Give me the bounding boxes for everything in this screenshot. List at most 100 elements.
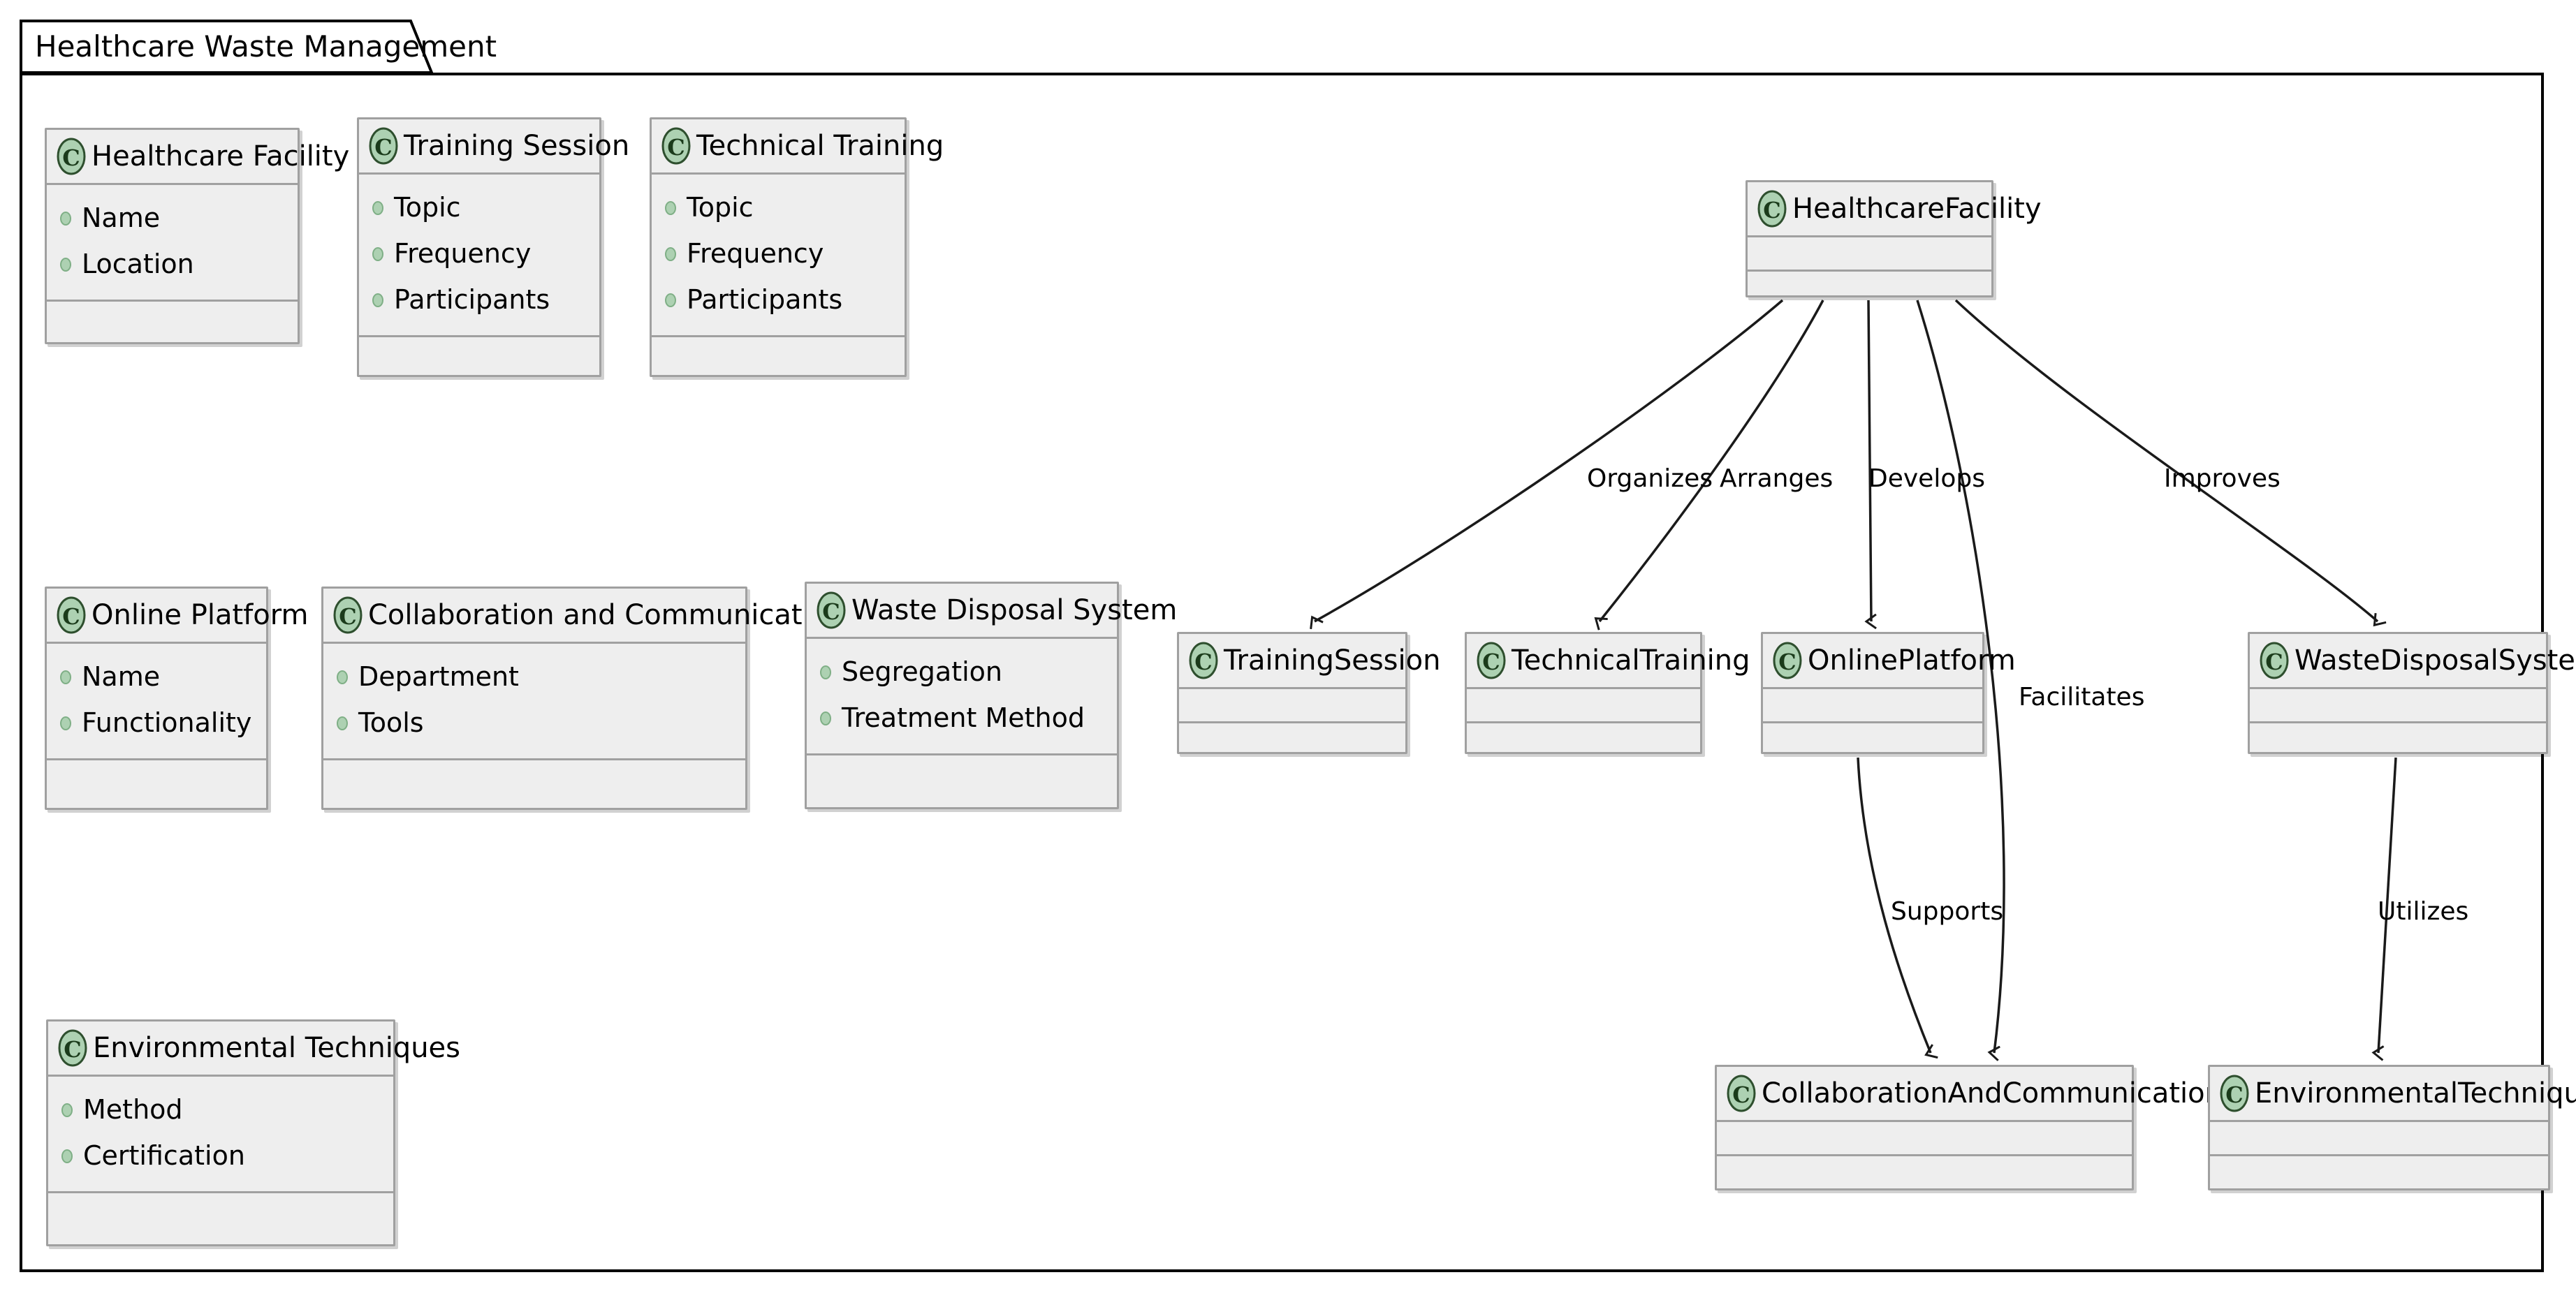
- class-c-icon: C: [57, 1028, 89, 1068]
- class-c-icon: C: [55, 137, 87, 176]
- class-c-icon: C: [1725, 1074, 1757, 1113]
- class-box-waste-disposal-system[interactable]: C Waste Disposal System Segregation Treatme…: [805, 582, 1177, 809]
- class-methods-technicaltraining: [1467, 723, 1700, 755]
- svg-text:C: C: [339, 603, 356, 630]
- class-methods-collaboration-and-communication: [323, 760, 745, 792]
- class-c-icon: C: [2218, 1074, 2251, 1113]
- svg-text:C: C: [1194, 649, 1212, 675]
- attribute-circle-icon: [59, 1146, 75, 1165]
- class-header-online-platform: C Online Platform: [47, 589, 308, 642]
- class-c-icon: C: [815, 591, 847, 630]
- class-methods-wastedisposalsystem: [2250, 723, 2546, 755]
- svg-text:C: C: [2265, 649, 2283, 675]
- attribute-circle-icon: [818, 709, 833, 727]
- svg-text:C: C: [1482, 649, 1500, 675]
- attribute-label: Tools: [358, 707, 424, 738]
- attribute-circle-icon: [663, 244, 678, 263]
- class-name-label: Online Platform: [92, 599, 309, 631]
- class-header-environmentaltechniques: C EnvironmentalTechniques: [2210, 1067, 2576, 1120]
- class-box-healthcare-facility[interactable]: C Healthcare Facility Name Location: [45, 128, 349, 344]
- class-header-collaboration-and-communication: C Collaboration and Communication: [323, 589, 845, 642]
- attribute-label: Topic: [394, 192, 461, 223]
- class-attributes-healthcare-facility: Name Location: [47, 185, 298, 300]
- class-methods-environmentaltechniques: [2210, 1156, 2548, 1188]
- edge-label-supports: Supports: [1891, 897, 2004, 926]
- class-attributes-collaboration-and-communication: Department Tools: [323, 644, 745, 758]
- attribute-row: Treatment Method: [818, 695, 1107, 741]
- class-methods-trainingsession: [1179, 723, 1405, 755]
- class-header-environmental-techniques: C Environmental Techniques: [48, 1022, 460, 1075]
- attribute-label: Method: [83, 1094, 183, 1125]
- class-methods-technical-training: [652, 337, 905, 369]
- class-name-label: Environmental Techniques: [93, 1032, 460, 1064]
- attribute-label: Location: [82, 249, 194, 279]
- class-name-label: WasteDisposalSystem: [2295, 644, 2576, 677]
- svg-text:C: C: [2225, 1082, 2243, 1108]
- attribute-row: Name: [58, 654, 256, 700]
- class-header-healthcare-facility: C Healthcare Facility: [47, 130, 349, 183]
- class-header-collaborationandcommunication: C CollaborationAndCommunication: [1717, 1067, 2223, 1120]
- class-name-label: TrainingSession: [1224, 644, 1441, 677]
- class-box-technicaltraining[interactable]: C TechnicalTraining: [1465, 632, 1750, 755]
- attribute-circle-icon: [58, 668, 73, 686]
- attribute-row: Topic: [370, 184, 590, 230]
- attribute-row: Participants: [370, 276, 590, 323]
- class-header-waste-disposal-system: C Waste Disposal System: [807, 584, 1177, 637]
- class-attributes-empty-onlineplatform: [1763, 689, 1982, 721]
- attribute-row: Functionality: [58, 700, 256, 746]
- class-header-onlineplatform: C OnlinePlatform: [1763, 634, 2016, 687]
- class-methods-waste-disposal-system: [807, 755, 1117, 788]
- class-box-trainingsession[interactable]: C TrainingSession: [1177, 632, 1440, 755]
- class-c-icon: C: [2258, 641, 2290, 680]
- package-title: Healthcare Waste Management: [35, 29, 497, 64]
- class-attributes-online-platform: Name Functionality: [47, 644, 266, 758]
- class-box-technical-training[interactable]: C Technical Training Topic Frequency Partici…: [650, 117, 944, 377]
- attribute-circle-icon: [370, 198, 386, 216]
- edge-label-arranges: Arranges: [1720, 464, 1834, 493]
- class-attributes-empty-trainingsession: [1179, 689, 1405, 721]
- package-tab: Healthcare Waste Management: [20, 20, 497, 74]
- class-box-environmental-techniques[interactable]: C Environmental Techniques Method Certifica…: [46, 1019, 460, 1246]
- class-box-healthcarefacility[interactable]: C HealthcareFacility: [1746, 180, 2042, 297]
- class-box-onlineplatform[interactable]: C OnlinePlatform: [1761, 632, 2016, 754]
- attribute-circle-icon: [58, 714, 73, 732]
- attribute-row: Frequency: [663, 230, 895, 276]
- class-box-training-session[interactable]: C Training Session Topic Frequency Participa…: [357, 117, 629, 377]
- class-c-icon: C: [660, 126, 692, 165]
- svg-text:C: C: [822, 598, 840, 625]
- class-header-technical-training: C Technical Training: [652, 119, 944, 172]
- edge-label-organizes: Organizes: [1587, 464, 1713, 493]
- class-c-icon: C: [1187, 641, 1220, 680]
- attribute-label: Name: [82, 202, 161, 233]
- svg-text:C: C: [1778, 649, 1796, 675]
- class-header-healthcarefacility: C HealthcareFacility: [1748, 182, 2042, 235]
- attribute-label: Participants: [394, 284, 550, 315]
- svg-text:C: C: [667, 134, 685, 161]
- svg-text:C: C: [62, 145, 80, 171]
- attribute-circle-icon: [335, 714, 350, 732]
- svg-text:C: C: [1763, 197, 1780, 223]
- attribute-row: Method: [59, 1086, 383, 1133]
- attribute-label: Name: [82, 661, 161, 692]
- class-c-icon: C: [367, 126, 400, 165]
- class-box-collaboration-and-communication[interactable]: C Collaboration and Communication Departme…: [321, 587, 845, 810]
- attribute-circle-icon: [663, 198, 678, 216]
- class-attributes-empty-healthcarefacility: [1748, 237, 1991, 270]
- class-box-environmentaltechniques[interactable]: C EnvironmentalTechniques: [2208, 1065, 2576, 1190]
- class-attributes-environmental-techniques: Method Certification: [48, 1077, 393, 1191]
- class-methods-healthcarefacility: [1748, 272, 1991, 304]
- class-c-icon: C: [1771, 641, 1803, 680]
- class-box-online-platform[interactable]: C Online Platform Name Functionality: [45, 587, 308, 810]
- attribute-label: Frequency: [687, 238, 824, 269]
- class-attributes-empty-environmentaltechniques: [2210, 1122, 2548, 1154]
- svg-text:C: C: [1732, 1082, 1750, 1108]
- attribute-label: Frequency: [394, 238, 532, 269]
- attribute-label: Certification: [83, 1140, 245, 1171]
- class-name-label: Collaboration and Communication: [368, 599, 845, 631]
- class-attributes-waste-disposal-system: Segregation Treatment Method: [807, 639, 1117, 753]
- attribute-circle-icon: [58, 255, 73, 273]
- class-header-technicaltraining: C TechnicalTraining: [1467, 634, 1750, 687]
- class-box-collaborationandcommunication[interactable]: C CollaborationAndCommunication: [1715, 1065, 2223, 1190]
- class-box-wastedisposalsystem[interactable]: C WasteDisposalSystem: [2248, 632, 2576, 755]
- attribute-row: Name: [58, 195, 288, 241]
